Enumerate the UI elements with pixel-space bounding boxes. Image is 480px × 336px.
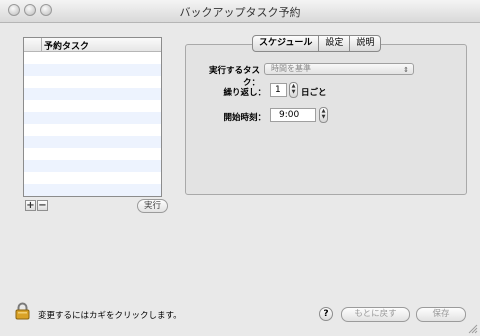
title-bar[interactable]: バックアップタスク予約 (0, 0, 480, 23)
task-type-select[interactable]: 時間を基準 ⇕ (264, 63, 414, 75)
list-row[interactable] (24, 100, 161, 112)
resize-grip[interactable] (468, 324, 478, 334)
lock-icon[interactable] (15, 302, 30, 320)
tab-bar: スケジュール 設定 説明 (252, 35, 382, 52)
list-row[interactable] (24, 160, 161, 172)
task-list[interactable]: 予約タスク (23, 37, 162, 197)
updown-arrow-icon: ⇕ (403, 66, 409, 74)
start-time-stepper[interactable]: ▲ ▼ (319, 107, 328, 123)
app-window: バックアップタスク予約 予約タスク + − 実行 スケジュール 設定 説明 実行… (0, 0, 480, 336)
list-row[interactable] (24, 88, 161, 100)
status-message: 変更するにはカギをクリックします。 (38, 311, 182, 321)
list-row[interactable] (24, 136, 161, 148)
repeat-suffix: 日ごと (301, 88, 327, 98)
list-row[interactable] (24, 148, 161, 160)
start-time-field[interactable]: 9:00 (270, 108, 316, 122)
repeat-field[interactable]: 1 (270, 83, 287, 97)
window-title: バックアップタスク予約 (179, 6, 301, 19)
help-button[interactable]: ? (319, 307, 333, 321)
list-row[interactable] (24, 184, 161, 196)
list-row[interactable] (24, 52, 161, 64)
list-row[interactable] (24, 112, 161, 124)
save-button[interactable]: 保存 (416, 307, 466, 322)
list-row[interactable] (24, 124, 161, 136)
list-row[interactable] (24, 64, 161, 76)
tab-settings[interactable]: 設定 (318, 36, 349, 51)
repeat-stepper[interactable]: ▲ ▼ (289, 82, 298, 98)
add-task-button[interactable]: + (25, 200, 36, 211)
remove-task-button[interactable]: − (37, 200, 48, 211)
tab-schedule[interactable]: スケジュール (253, 36, 318, 51)
task-list-header[interactable]: 予約タスク (24, 38, 161, 52)
task-type-label: 実行するタスク： (208, 66, 260, 88)
task-column-label: 予約タスク (44, 42, 90, 52)
start-time-label: 開始時刻： (223, 113, 266, 123)
task-type-value: 時間を基準 (271, 64, 311, 73)
list-row[interactable] (24, 172, 161, 184)
column-separator (41, 38, 42, 51)
tab-description[interactable]: 説明 (349, 36, 380, 51)
repeat-label: 繰り返し： (223, 88, 266, 98)
run-button[interactable]: 実行 (137, 199, 168, 213)
list-row[interactable] (24, 76, 161, 88)
revert-button[interactable]: もとに戻す (341, 307, 410, 322)
